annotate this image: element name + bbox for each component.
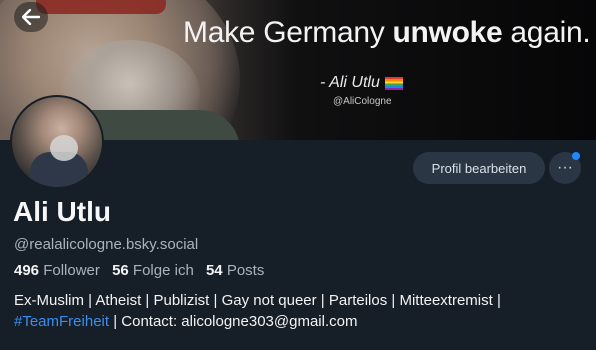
profile-stats: 496 Follower 56 Folge ich 54 Posts	[14, 262, 264, 279]
followers-stat[interactable]: 496 Follower	[14, 262, 100, 279]
following-stat[interactable]: 56 Folge ich	[112, 262, 194, 279]
avatar-beard	[50, 135, 78, 161]
arrow-left-icon	[22, 9, 40, 25]
ellipsis-icon: ···	[557, 159, 573, 176]
edit-profile-button[interactable]: Profil bearbeiten	[413, 152, 545, 184]
bio-hashtag-link[interactable]: #TeamFreiheit	[14, 313, 109, 330]
banner-glasses	[36, 0, 166, 14]
bio-text: Ex-Muslim | Atheist | Publizist | Gay no…	[14, 292, 501, 309]
profile-bio: Ex-Muslim | Atheist | Publizist | Gay no…	[14, 290, 584, 332]
bio-contact: | Contact: alicologne303@gmail.com	[109, 313, 358, 330]
back-button[interactable]	[14, 2, 48, 32]
rainbow-flag-icon	[384, 76, 403, 90]
profile-handle: @realalicologne.bsky.social	[14, 236, 199, 253]
notification-dot	[572, 152, 580, 160]
banner-quote: Make Germany unwoke again.	[183, 16, 591, 49]
more-options-button[interactable]: ···	[549, 152, 581, 184]
posts-stat: 54 Posts	[205, 262, 265, 279]
display-name: Ali Utlu	[13, 196, 111, 227]
avatar[interactable]	[10, 95, 104, 189]
banner-handle: @AliCologne	[333, 96, 392, 107]
banner-attribution: - Ali Utlu	[320, 74, 403, 92]
